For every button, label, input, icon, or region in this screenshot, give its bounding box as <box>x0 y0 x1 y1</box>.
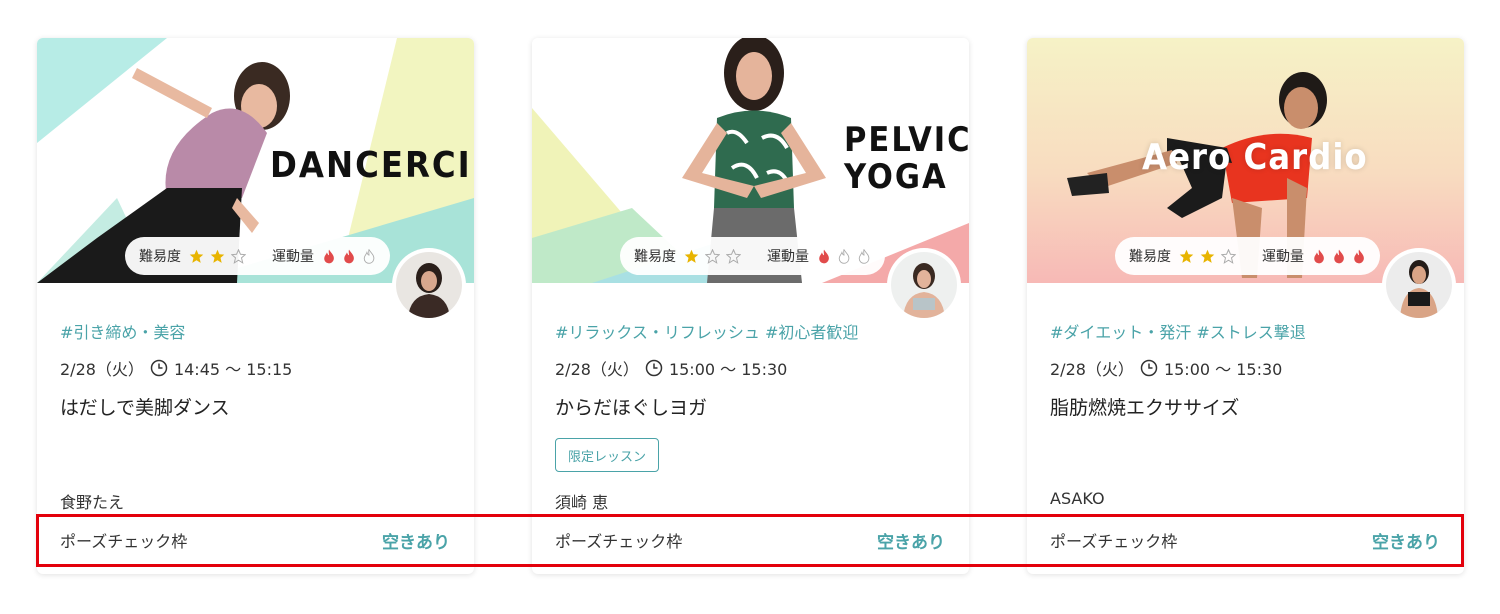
pose-check-label: ポーズチェック枠 <box>60 532 188 551</box>
intensity-label: 運動量 <box>767 249 809 265</box>
lesson-card-dancercise[interactable]: DANCERCISE 難易度 運動量 #引き締め・美容 2/28（火） 14:4… <box>37 38 474 574</box>
difficulty-intensity-badge: 難易度 運動量 <box>620 237 885 275</box>
flame-filled-icon <box>344 249 354 263</box>
lesson-title[interactable]: はだしで美脚ダンス <box>60 393 230 420</box>
lesson-card-pelvic-yoga[interactable]: PELVIC YOGA 難易度 運動量 #リラックス・リフレッシュ #初心者歓迎… <box>532 38 969 574</box>
instructor-name: 須崎 恵 <box>555 493 609 512</box>
lesson-datetime: 2/28（火） 14:45 〜 15:15 <box>60 356 292 380</box>
lesson-date: 2/28（火） <box>1050 360 1134 379</box>
divider <box>1027 516 1464 517</box>
lesson-thumbnail: PELVIC YOGA 難易度 運動量 <box>532 38 969 283</box>
lesson-time: 15:00 〜 15:30 <box>1163 360 1283 379</box>
lesson-card-aero-cardio[interactable]: Aero Cardio 難易度 運動量 #ダイエット・発汗 #ストレス撃退 2/… <box>1027 38 1464 574</box>
lesson-tags: #ダイエット・発汗 #ストレス撃退 <box>1050 323 1306 342</box>
lesson-title[interactable]: 脂肪燃焼エクササイズ <box>1050 393 1239 420</box>
lesson-date: 2/28（火） <box>555 360 639 379</box>
hero-title: PELVIC YOGA <box>844 120 969 198</box>
lesson-datetime: 2/28（火） 15:00 〜 15:30 <box>1050 356 1282 380</box>
difficulty-label: 難易度 <box>139 249 181 265</box>
clock-icon <box>150 359 168 377</box>
flame-empty-icon <box>858 248 870 264</box>
flame-filled-icon <box>324 249 334 263</box>
star-filled-icon <box>210 249 225 263</box>
intensity-label: 運動量 <box>272 249 314 265</box>
lesson-thumbnail: DANCERCISE 難易度 運動量 <box>37 38 474 283</box>
difficulty-intensity-badge: 難易度 運動量 <box>125 237 390 275</box>
lesson-datetime: 2/28（火） 15:00 〜 15:30 <box>555 356 787 380</box>
clock-icon <box>1140 359 1158 377</box>
difficulty-label: 難易度 <box>634 249 676 265</box>
star-filled-icon <box>1179 249 1194 263</box>
lesson-time: 15:00 〜 15:30 <box>668 360 788 379</box>
star-empty-icon <box>231 248 246 264</box>
pose-check-label: ポーズチェック枠 <box>1050 532 1178 551</box>
star-empty-icon <box>1221 248 1236 264</box>
hero-title-line2: YOGA <box>844 157 948 198</box>
flame-empty-icon <box>363 248 375 264</box>
instructor-avatar <box>1386 252 1452 318</box>
availability-status[interactable]: 空きあり <box>877 528 945 553</box>
intensity-label: 運動量 <box>1262 249 1304 265</box>
star-empty-icon <box>705 248 720 264</box>
hero-title: Aero Cardio <box>1142 137 1368 178</box>
limited-lesson-tag: 限定レッスン <box>555 438 660 472</box>
flame-empty-icon <box>838 248 850 264</box>
hero-title: DANCERCISE <box>270 145 474 186</box>
instructor-name: ASAKO <box>1050 489 1105 508</box>
pose-check-label: ポーズチェック枠 <box>555 532 683 551</box>
flame-filled-icon <box>1334 249 1344 263</box>
availability-status[interactable]: 空きあり <box>382 528 450 553</box>
flame-filled-icon <box>1354 249 1364 263</box>
instructor-avatar <box>396 252 462 318</box>
availability-status[interactable]: 空きあり <box>1372 528 1440 553</box>
instructor-avatar <box>891 252 957 318</box>
difficulty-intensity-badge: 難易度 運動量 <box>1115 237 1380 275</box>
divider <box>532 516 969 517</box>
star-empty-icon <box>726 248 741 264</box>
lesson-time: 14:45 〜 15:15 <box>173 360 293 379</box>
star-filled-icon <box>684 249 699 263</box>
star-filled-icon <box>1200 249 1215 263</box>
clock-icon <box>645 359 663 377</box>
difficulty-label: 難易度 <box>1129 249 1171 265</box>
lesson-date: 2/28（火） <box>60 360 144 379</box>
lesson-thumbnail: Aero Cardio 難易度 運動量 <box>1027 38 1464 283</box>
lesson-tags: #リラックス・リフレッシュ #初心者歓迎 <box>555 323 859 342</box>
instructor-name: 食野たえ <box>60 493 125 512</box>
star-filled-icon <box>189 249 204 263</box>
lesson-title[interactable]: からだほぐしヨガ <box>555 393 707 420</box>
hero-title-line1: PELVIC <box>844 120 969 160</box>
flame-filled-icon <box>1314 249 1324 263</box>
divider <box>37 516 474 517</box>
flame-filled-icon <box>819 249 829 263</box>
lesson-tags: #引き締め・美容 <box>60 323 186 342</box>
